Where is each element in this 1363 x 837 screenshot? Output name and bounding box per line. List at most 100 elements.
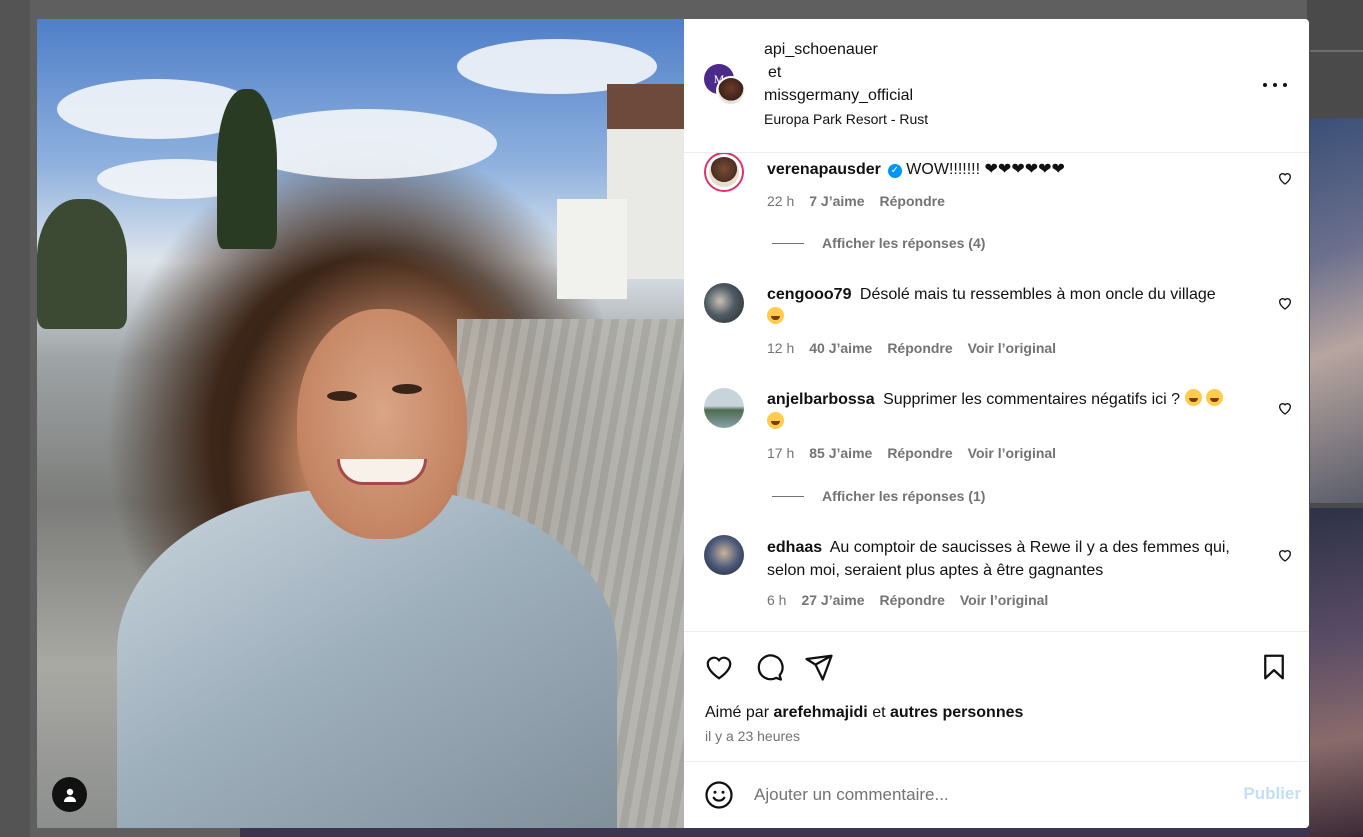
publish-button[interactable]: Publier [1243,784,1301,804]
comment-time[interactable]: 6 h [767,592,786,608]
view-replies-label: Afficher les réponses (4) [822,235,986,251]
avatar[interactable] [716,76,746,106]
flushed-emoji-icon [767,307,784,324]
comment-body: edhaas Au comptoir de saucisses à Rewe i… [767,536,1249,582]
avatar[interactable] [704,153,744,192]
photo-roof [607,84,684,129]
comment-time[interactable]: 22 h [767,193,794,209]
background-divider [1310,50,1363,52]
replies-line [772,495,804,497]
photo-face [297,309,467,539]
comment-body: cengooo79 Désolé mais tu ressembles à mo… [767,283,1249,329]
comment-meta: 17 h 85 J’aime Répondre Voir l’original [767,445,1056,461]
comment-body: verenapausder ✓ WOW!!!!!!! ❤❤❤❤❤❤ [767,158,1249,181]
view-replies-button[interactable]: Afficher les réponses (4) [772,235,985,251]
avatar[interactable] [704,388,744,428]
more-icon [1283,83,1287,87]
photo-tree [37,199,127,329]
collaborator-joiner: et [768,64,782,81]
comment-username[interactable]: cengooo79 [767,286,851,303]
more-icon [1273,83,1277,87]
post-photo[interactable] [37,19,684,828]
comment-likes[interactable]: 7 J’aime [809,193,864,209]
liked-joiner: et [872,704,886,721]
background-thumbnail [1310,118,1363,503]
post-time[interactable]: il y a 23 heures [705,728,800,744]
like-button[interactable] [704,652,734,682]
post-header: M api_schoenauer et missgermany_official… [684,19,1309,153]
post-actions: Aimé par arefehmajidi et autres personne… [684,631,1309,761]
comment-likes[interactable]: 40 J’aime [809,340,872,356]
share-button[interactable] [804,652,834,682]
avatar-image [709,157,739,187]
background-thumbnail [1310,508,1363,837]
save-button[interactable] [1259,652,1289,682]
liked-prefix: Aimé par [705,704,770,721]
heart-icon[interactable] [1277,400,1293,416]
laughing-emoji-icon [1184,389,1202,406]
comment-text: Au comptoir de saucisses à Rewe il y a d… [767,539,1230,579]
post-location[interactable]: Europa Park Resort - Rust [764,109,1309,129]
comment-meta: 12 h 40 J’aime Répondre Voir l’original [767,340,1056,356]
comment-time[interactable]: 12 h [767,340,794,356]
comment-text: Désolé mais tu ressembles à mon oncle du… [859,286,1216,303]
photo-gate [557,199,627,299]
post-panel: M api_schoenauer et missgermany_official… [684,19,1309,828]
reply-button[interactable]: Répondre [880,193,945,209]
comment-text: WOW!!!!!!! ❤❤❤❤❤❤ [906,161,1065,178]
comment-username[interactable]: verenapausder [767,161,881,178]
heart-icon [706,656,732,680]
photo-jacket [117,489,617,828]
comment-username[interactable]: edhaas [767,539,822,556]
liked-by: Aimé par arefehmajidi et autres personne… [705,704,1023,722]
comment-meta: 22 h 7 J’aime Répondre [767,193,945,209]
laughing-emoji-icon [1205,389,1223,406]
view-replies-button[interactable]: Afficher les réponses (1) [772,488,985,504]
see-original-button[interactable]: Voir l’original [968,445,1056,461]
verified-icon: ✓ [887,164,902,178]
see-original-button[interactable]: Voir l’original [968,340,1056,356]
emoji-icon [705,781,733,809]
comment-icon [757,654,784,681]
reply-button[interactable]: Répondre [887,340,952,356]
view-replies-label: Afficher les réponses (1) [822,488,986,504]
collaborator-username[interactable]: api_schoenauer [764,39,1309,61]
more-options-button[interactable] [1263,73,1287,97]
collaborator-username[interactable]: missgermany_official [764,85,1309,107]
photo-smile [337,459,427,485]
share-icon [805,654,833,681]
comment-text: Supprimer les commentaires négatifs ici … [883,391,1181,408]
heart-icon[interactable] [1277,170,1293,186]
see-original-button[interactable]: Voir l’original [960,592,1048,608]
avatar[interactable] [704,283,744,323]
photo-tree [217,89,277,249]
comment-username[interactable]: anjelbarbossa [767,391,875,408]
liked-others-link[interactable]: autres personnes [890,704,1023,721]
avatar[interactable] [704,535,744,575]
reply-button[interactable]: Répondre [887,445,952,461]
collaborator-avatars[interactable]: M [704,64,750,110]
photo-eye [327,391,357,401]
liked-user-link[interactable]: arefehmajidi [773,704,867,721]
comment-body: anjelbarbossa Supprimer les commentaires… [767,388,1249,434]
replies-line [772,242,804,244]
user-tag-icon [63,788,76,802]
emoji-button[interactable] [704,780,734,810]
comment-composer: Publier [684,761,1309,828]
user-tag-button[interactable] [52,777,87,812]
comment-input[interactable] [754,778,1204,812]
photo-eye [392,384,422,394]
heart-icon[interactable] [1277,295,1293,311]
heart-icon[interactable] [1277,547,1293,563]
background-sidebar [0,0,30,837]
comments-list[interactable]: verenapausder ✓ WOW!!!!!!! ❤❤❤❤❤❤ 22 h 7 … [684,153,1309,631]
bookmark-icon [1264,654,1284,680]
post-modal: M api_schoenauer et missgermany_official… [37,19,1309,828]
reply-button[interactable]: Répondre [880,592,945,608]
comment-likes[interactable]: 85 J’aime [809,445,872,461]
comment-meta: 6 h 27 J’aime Répondre Voir l’original [767,592,1048,608]
comment-time[interactable]: 17 h [767,445,794,461]
comment-button[interactable] [754,652,784,682]
comment-likes[interactable]: 27 J’aime [801,592,864,608]
more-icon [1263,83,1267,87]
